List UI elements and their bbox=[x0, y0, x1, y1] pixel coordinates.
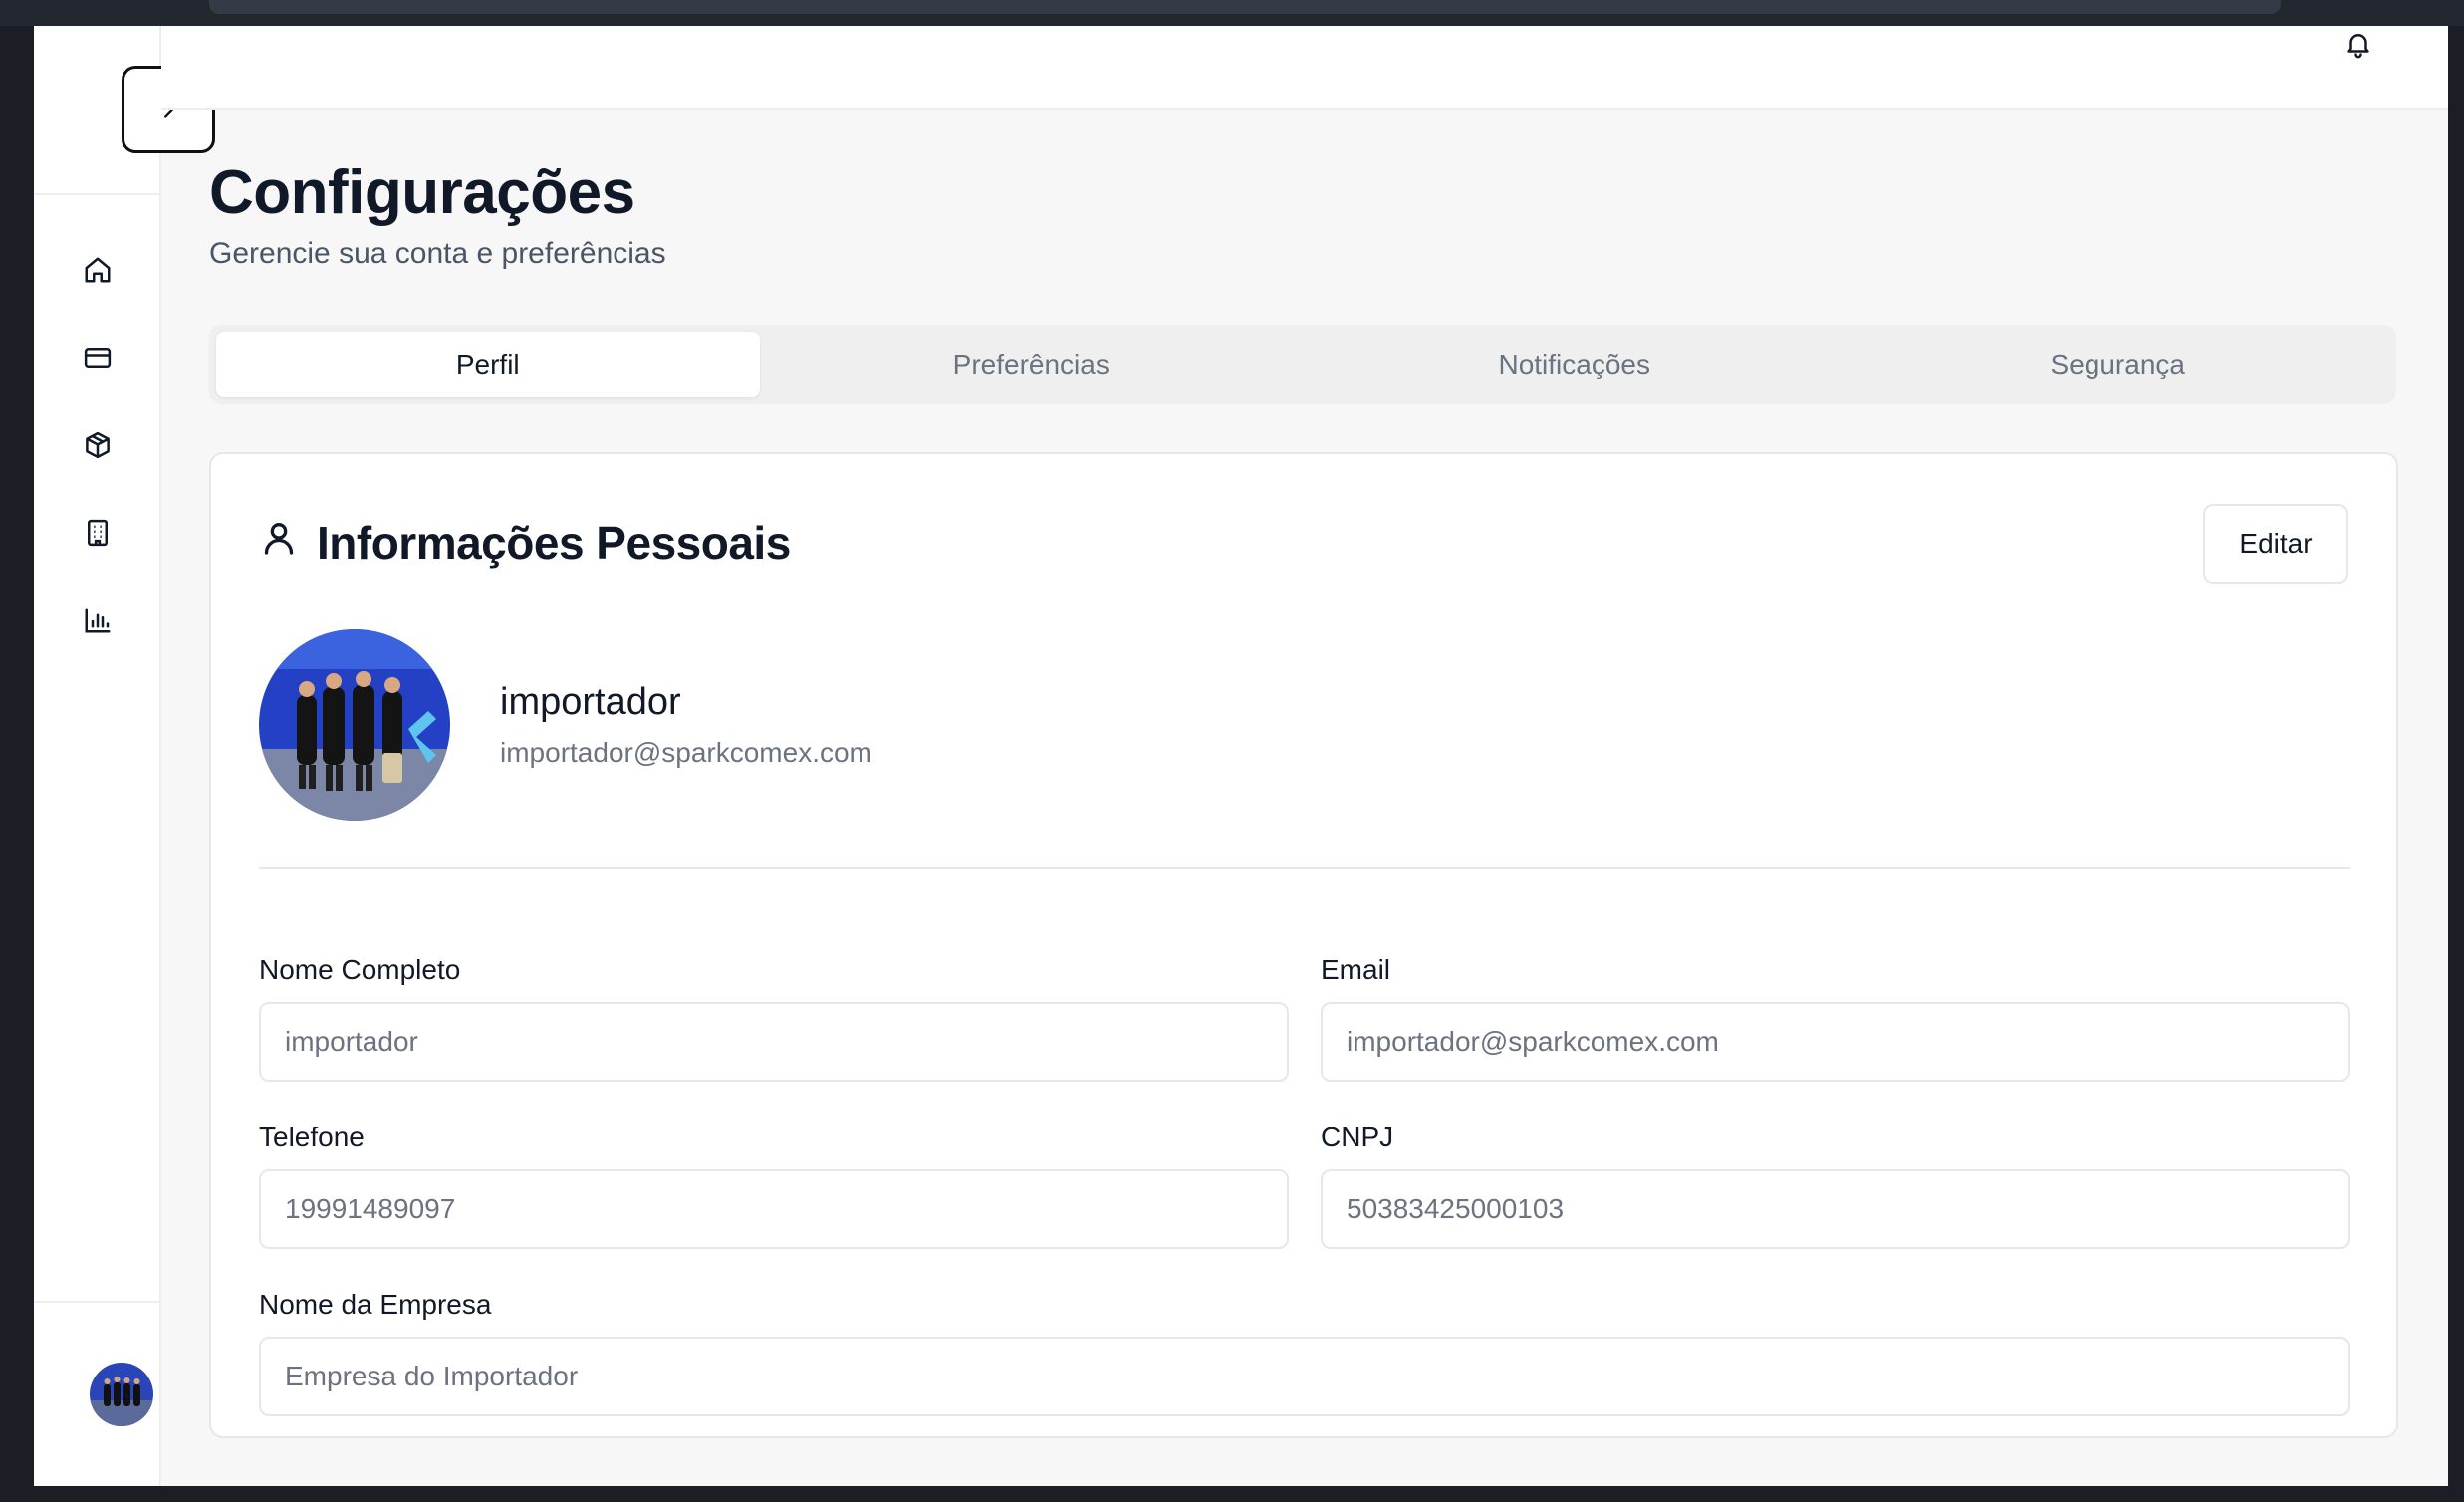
card-title: Informações Pessoais bbox=[317, 517, 791, 569]
cnpj-field[interactable] bbox=[1321, 1169, 2350, 1249]
email-label: Email bbox=[1321, 954, 1391, 985]
company-name-label: Nome da Empresa bbox=[259, 1289, 492, 1320]
tab-preferences[interactable]: Preferências bbox=[760, 332, 1304, 397]
notifications-button[interactable] bbox=[2339, 26, 2378, 64]
sidebar bbox=[34, 26, 215, 1486]
profile-avatar[interactable] bbox=[259, 629, 450, 821]
full-name-field[interactable] bbox=[259, 1002, 1289, 1082]
company-name-field[interactable] bbox=[259, 1337, 2350, 1416]
tab-profile[interactable]: Perfil bbox=[216, 332, 760, 397]
bar-chart-icon bbox=[85, 608, 111, 633]
top-header bbox=[161, 26, 2448, 110]
user-icon bbox=[264, 523, 294, 555]
edit-button[interactable]: Editar bbox=[2203, 504, 2348, 584]
personal-info-card: Informações Pessoais Editar importador i… bbox=[209, 452, 2398, 1438]
phone-label: Telefone bbox=[259, 1122, 365, 1152]
sidebar-divider bbox=[34, 1301, 161, 1303]
bell-icon bbox=[2347, 34, 2369, 59]
phone-field[interactable] bbox=[259, 1169, 1289, 1249]
email-field[interactable] bbox=[1321, 1002, 2350, 1082]
card-divider bbox=[259, 867, 2350, 869]
browser-address-bar[interactable] bbox=[209, 0, 2281, 14]
sidebar-item-home[interactable] bbox=[79, 251, 117, 289]
full-name-label: Nome Completo bbox=[259, 954, 461, 985]
settings-tabs: Perfil Preferências Notificações Seguran… bbox=[209, 325, 2396, 404]
page-title: Configurações bbox=[209, 158, 635, 227]
home-icon bbox=[85, 257, 111, 283]
cnpj-label: CNPJ bbox=[1321, 1122, 1394, 1152]
credit-card-icon bbox=[84, 348, 112, 368]
sidebar-divider bbox=[34, 193, 161, 195]
user-avatar[interactable] bbox=[90, 1363, 153, 1426]
sidebar-item-companies[interactable] bbox=[79, 514, 117, 552]
window-edge bbox=[0, 26, 34, 1502]
sidebar-item-reports[interactable] bbox=[79, 602, 117, 639]
package-icon bbox=[86, 431, 110, 459]
browser-chrome bbox=[0, 0, 2464, 26]
profile-email: importador@sparkcomex.com bbox=[500, 737, 872, 768]
building-icon bbox=[88, 519, 108, 547]
sidebar-item-payments[interactable] bbox=[79, 339, 117, 376]
page-subtitle: Gerencie sua conta e preferências bbox=[209, 237, 666, 270]
tab-security[interactable]: Segurança bbox=[1847, 332, 2390, 397]
profile-name: importador bbox=[500, 681, 681, 723]
sidebar-item-products[interactable] bbox=[79, 426, 117, 464]
tab-notifications[interactable]: Notificações bbox=[1303, 332, 1847, 397]
app-window: Configurações Gerencie sua conta e prefe… bbox=[34, 26, 2448, 1486]
